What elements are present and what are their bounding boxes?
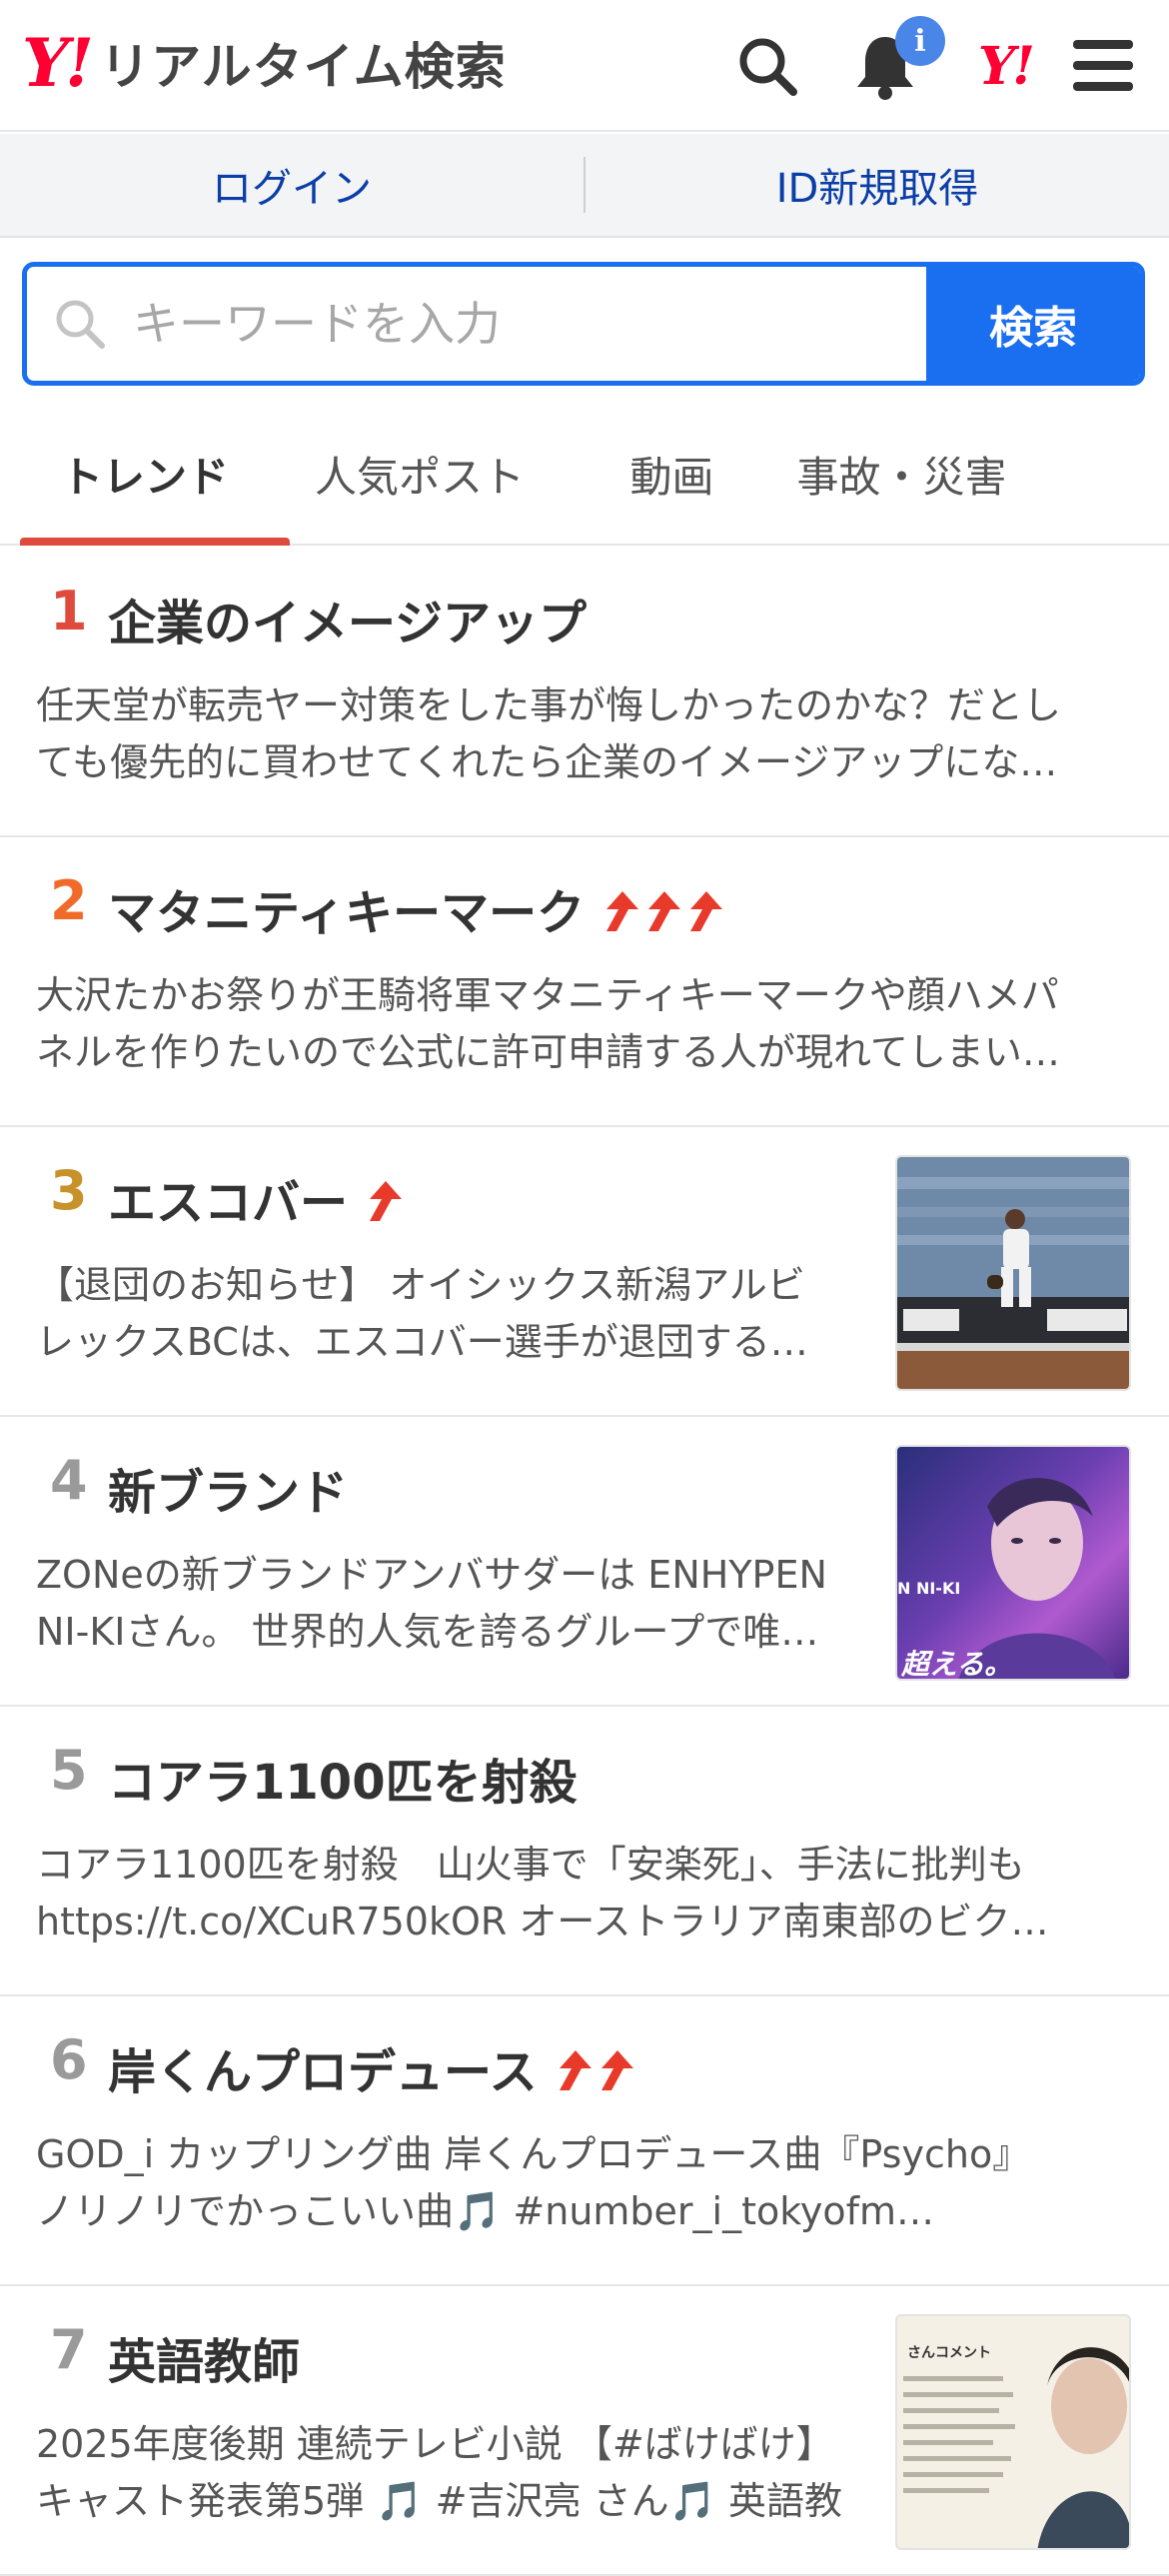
- trend-description: 任天堂が転売ヤー対策をした事が悔しかったのかな？だとし ても優先的に買わせてくれた…: [36, 677, 1135, 791]
- trend-desc-line: GOD_i カップリング曲 岸くんプロデュース曲『Psycho』: [36, 2132, 1031, 2176]
- trend-title[interactable]: 企業のイメージアップ: [108, 584, 586, 653]
- trend-desc-line: ても優先的に買わせてくれたら企業のイメージアップにな…: [36, 740, 1058, 784]
- trend-title[interactable]: 岸くんプロデュース: [108, 2032, 635, 2104]
- trend-title-text: 企業のイメージアップ: [108, 596, 587, 651]
- trend-rank: 6: [50, 2028, 88, 2091]
- trend-desc-line: NI-KIさん。 世界的人気を誇るグループで唯…: [36, 1610, 819, 1654]
- trend-rank: 2: [50, 869, 88, 932]
- yahoo-japan-icon[interactable]: Y!: [965, 26, 1045, 106]
- auth-bar: ログイン ID新規取得: [0, 134, 1169, 238]
- trend-desc-line: ZONeの新ブランドアンバサダーは ENHYPEN: [36, 1553, 827, 1597]
- trend-description: GOD_i カップリング曲 岸くんプロデュース曲『Psycho』 ノリノリでかっこ…: [36, 2126, 1135, 2240]
- trend-desc-line: 【退団のお知らせ】 オイシックス新潟アルビ: [36, 1263, 805, 1307]
- trend-item[interactable]: 2 マタニティキーマーク 大沢たかお祭りが王騎将軍マタニティキーマークや顔ハメパ…: [0, 837, 1169, 1127]
- site-title: リアルタイム検索: [100, 38, 507, 96]
- hamburger-menu-icon[interactable]: [1063, 26, 1143, 106]
- trend-description: コアラ1100匹を射殺 山火事で「安楽死」、手法に批判も https://t.co…: [36, 1837, 1135, 1950]
- trend-item[interactable]: 4 新ブランド ZONeの新ブランドアンバサダーは ENHYPEN NI-KIさん…: [0, 1417, 1169, 1707]
- trend-up-arrows-icon: [552, 2046, 635, 2104]
- trend-title[interactable]: 英語教師: [108, 2322, 300, 2392]
- trend-title[interactable]: 新ブランド: [108, 1453, 348, 1523]
- trend-rank: 7: [50, 2318, 88, 2381]
- trend-rank: 5: [50, 1739, 88, 1802]
- trend-up-arrows-icon: [598, 887, 724, 945]
- search-input[interactable]: [133, 267, 926, 381]
- category-tabs: トレンド 人気ポスト 動画 事故・災害: [0, 404, 1169, 546]
- tab-trend[interactable]: トレンド: [0, 404, 290, 546]
- yahoo-japan-mark: Y!: [978, 35, 1035, 97]
- trend-title[interactable]: マタニティキーマーク: [108, 873, 724, 945]
- trend-title[interactable]: コアラ1100匹を射殺: [108, 1743, 578, 1813]
- trend-up-arrow-icon: [362, 1177, 404, 1235]
- trend-desc-line: 大沢たかお祭りが王騎将軍マタニティキーマークや顔ハメパ: [36, 973, 1059, 1017]
- trend-title-text: 英語教師: [108, 2334, 301, 2390]
- trend-title-text: エスコバー: [108, 1175, 349, 1231]
- trend-item[interactable]: 5 コアラ1100匹を射殺 コアラ1100匹を射殺 山火事で「安楽死」、手法に批…: [0, 1707, 1169, 1996]
- drama-caption-text: さんコメント: [907, 2345, 991, 2361]
- ambassador-caption-text: 超える。: [901, 1648, 1013, 1681]
- trend-desc-line: ノリノリでかっこいい曲🎵 #number_i_tokyofm…: [36, 2189, 935, 2233]
- signup-link[interactable]: ID新規取得: [585, 156, 1169, 214]
- trend-title-text: 新ブランド: [108, 1465, 349, 1521]
- brand-ambassador-thumbnail[interactable]: N NI-KI 超える。: [895, 1445, 1131, 1681]
- trend-desc-line: https://t.co/XCuR750kOR オーストラリア南東部のビク…: [36, 1900, 1049, 1943]
- trend-desc-line: 2025年度後期 連続テレビ小説 【#ばけばけ】: [36, 2422, 834, 2466]
- trend-list: 1 企業のイメージアップ 任天堂が転売ヤー対策をした事が悔しかったのかな？だとし…: [0, 548, 1169, 2576]
- tab-videos[interactable]: 動画: [550, 404, 794, 544]
- login-link[interactable]: ログイン: [0, 156, 584, 214]
- trend-title[interactable]: エスコバー: [108, 1163, 404, 1235]
- tab-accidents-disasters[interactable]: 事故・災害: [794, 404, 1009, 544]
- drama-cast-thumbnail[interactable]: さんコメント: [895, 2314, 1131, 2550]
- trend-description: 【退団のお知らせ】 オイシックス新潟アルビ レックスBCは、エスコバー選手が退団す…: [36, 1257, 845, 1371]
- trend-description: 2025年度後期 連続テレビ小説 【#ばけばけ】 キャスト発表第5弾 🎵 #吉沢亮…: [36, 2416, 845, 2530]
- search-field-icon: [27, 267, 133, 381]
- site-logo[interactable]: Y! リアルタイム検索: [22, 28, 507, 98]
- notification-badge: i: [895, 16, 945, 66]
- trend-item[interactable]: 7 英語教師 2025年度後期 連続テレビ小説 【#ばけばけ】 キャスト発表第5弾…: [0, 2286, 1169, 2576]
- trend-title-text: コアラ1100匹を射殺: [108, 1755, 578, 1811]
- trend-item[interactable]: 1 企業のイメージアップ 任天堂が転売ヤー対策をした事が悔しかったのかな？だとし…: [0, 548, 1169, 837]
- yahoo-logo-mark: Y!: [22, 24, 94, 102]
- trend-desc-line: レックスBCは、エスコバー選手が退団する…: [36, 1320, 808, 1364]
- app-header: Y! リアルタイム検索 i Y!: [0, 0, 1169, 132]
- ambassador-name-text: N NI-KI: [897, 1579, 961, 1598]
- search-icon[interactable]: [727, 26, 807, 106]
- trend-rank: 3: [50, 1159, 88, 1222]
- trend-description: 大沢たかお祭りが王騎将軍マタニティキーマークや顔ハメパ ネルを作りたいので公式に許…: [36, 967, 1135, 1081]
- trend-desc-line: コアラ1100匹を射殺 山火事で「安楽死」、手法に批判も: [36, 1843, 1025, 1887]
- baseball-player-thumbnail[interactable]: [895, 1155, 1131, 1391]
- trend-rank: 4: [50, 1449, 88, 1512]
- trend-title-text: 岸くんプロデュース: [108, 2044, 538, 2100]
- trend-desc-line: 任天堂が転売ヤー対策をした事が悔しかったのかな？だとし: [36, 683, 1062, 727]
- trend-item[interactable]: 3 エスコバー 【退団のお知らせ】 オイシックス新潟アルビ レックスBCは、エスコ…: [0, 1127, 1169, 1417]
- search-button[interactable]: 検索: [926, 267, 1140, 381]
- search-bar: 検索: [22, 262, 1145, 386]
- trend-title-text: マタニティキーマーク: [108, 885, 585, 941]
- trend-item[interactable]: 6 岸くんプロデュース GOD_i カップリング曲 岸くんプロデュース曲『Psy…: [0, 1996, 1169, 2286]
- tab-popular-posts[interactable]: 人気ポスト: [290, 404, 550, 544]
- trend-desc-line: キャスト発表第5弾 🎵 #吉沢亮 さん🎵 英語教…: [36, 2479, 845, 2523]
- trend-rank: 1: [50, 580, 88, 643]
- trend-desc-line: ネルを作りたいので公式に許可申請する人が現れてしまい…: [36, 1030, 1060, 1074]
- trend-description: ZONeの新ブランドアンバサダーは ENHYPEN NI-KIさん。 世界的人気を…: [36, 1547, 845, 1661]
